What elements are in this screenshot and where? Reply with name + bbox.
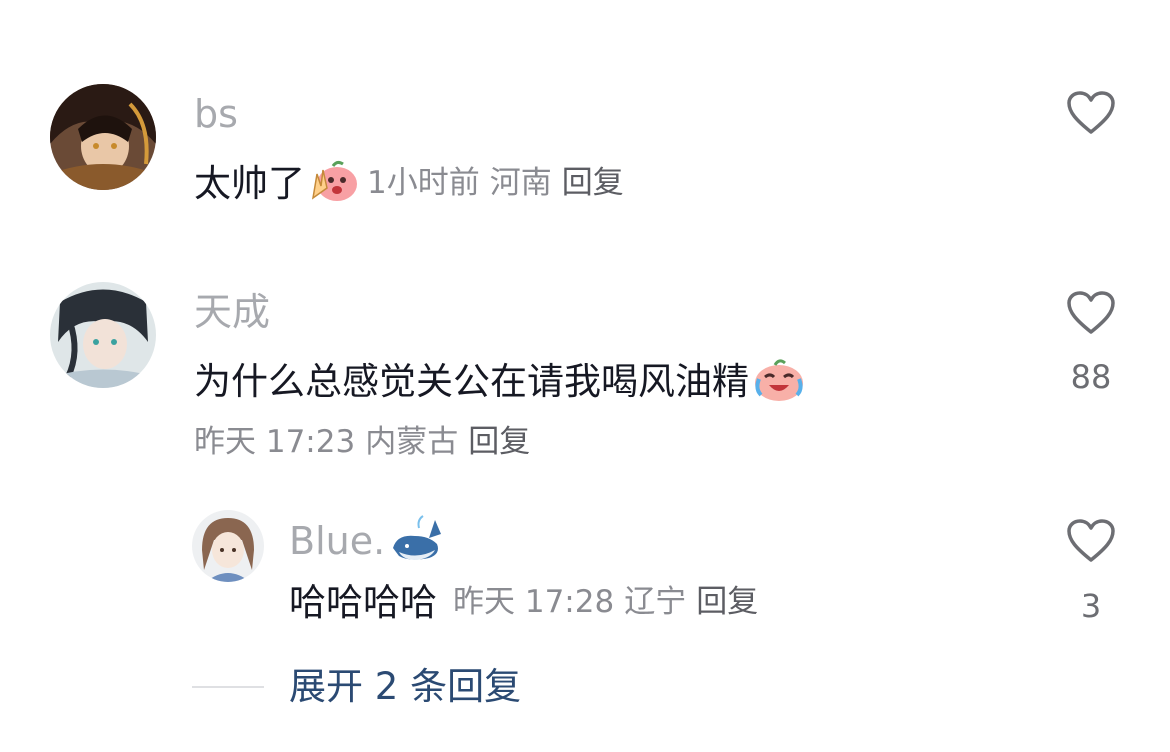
- like-heart-icon[interactable]: [1066, 290, 1116, 336]
- reply-time: 昨天 17:28: [453, 584, 615, 620]
- reply-meta: 昨天 17:28 辽宁 回复: [453, 587, 768, 618]
- reply-username-row: Blue.: [289, 514, 445, 568]
- like-heart-icon[interactable]: [1066, 518, 1116, 564]
- laugh-cry-emoji-icon: [751, 355, 807, 407]
- comment-time: 1小时前: [367, 164, 480, 201]
- comment-location: 河南: [489, 164, 552, 201]
- reply-body: 哈哈哈哈 昨天 17:28 辽宁 回复: [289, 584, 768, 621]
- comment-text: 太帅了: [194, 161, 305, 205]
- reply-button[interactable]: 回复: [468, 424, 530, 460]
- avatar-bs[interactable]: [50, 84, 156, 190]
- reply-location: 辽宁: [624, 584, 687, 620]
- comment-body: 太帅了 1小时前 河南 回复: [194, 158, 634, 208]
- comment-username[interactable]: 天成: [194, 293, 270, 331]
- comment-meta: 昨天 17:23 内蒙古 回复: [194, 427, 540, 458]
- comment-meta: 1小时前 河南 回复: [367, 164, 634, 201]
- comment-body: 为什么总感觉关公在请我喝风油精: [194, 355, 807, 407]
- reply-username[interactable]: Blue.: [289, 522, 385, 560]
- comment-location: 内蒙古: [365, 424, 459, 460]
- reply-text: 哈哈哈哈: [289, 581, 437, 624]
- expand-replies-button[interactable]: 展开 2 条回复: [289, 668, 521, 705]
- avatar-tiancheng[interactable]: [50, 282, 156, 388]
- comment-username[interactable]: bs: [194, 95, 238, 133]
- expand-divider: [192, 686, 264, 688]
- comment-time: 昨天 17:23: [194, 424, 356, 460]
- reply-button[interactable]: 回复: [696, 584, 758, 620]
- like-heart-icon[interactable]: [1066, 90, 1116, 136]
- avatar-blue[interactable]: [192, 510, 264, 582]
- like-count: 88: [1070, 358, 1112, 396]
- comment-text: 为什么总感觉关公在请我喝风油精: [194, 359, 749, 403]
- cheering-emoji-icon: [307, 158, 359, 208]
- whale-emoji-icon: [389, 514, 445, 568]
- like-count: 3: [1080, 587, 1102, 625]
- reply-button[interactable]: 回复: [562, 165, 624, 201]
